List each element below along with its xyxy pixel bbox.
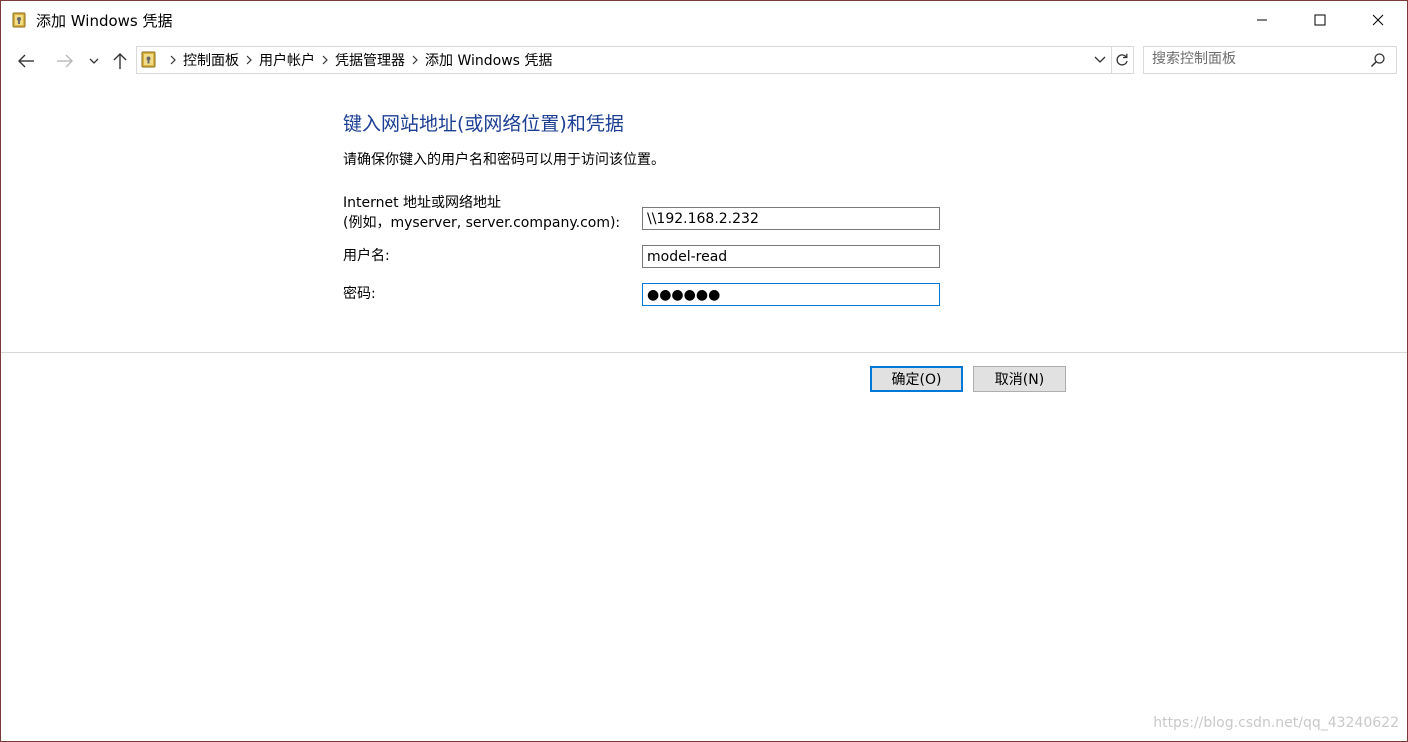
search-box [1143,46,1397,74]
window-title: 添加 Windows 凭据 [36,12,173,30]
username-field [642,245,940,268]
close-icon [1372,14,1384,26]
address-bar[interactable]: 控制面板 用户帐户 凭据管理器 添加 Windows 凭据 [136,46,1112,74]
refresh-button[interactable] [1110,46,1134,74]
page-description: 请确保你键入的用户名和密码可以用于访问该位置。 [343,152,665,168]
minimize-button[interactable] [1233,1,1291,39]
recent-locations-button[interactable] [85,49,103,73]
search-input[interactable] [1152,49,1362,69]
arrow-up-icon [113,53,127,69]
address-dropdown-button[interactable] [1089,47,1111,73]
close-button[interactable] [1349,1,1407,39]
breadcrumb-control-panel[interactable]: 控制面板 [183,50,239,70]
maximize-icon [1314,14,1326,26]
username-input[interactable] [643,246,939,268]
arrow-right-icon [57,54,73,68]
breadcrumb-user-accounts[interactable]: 用户帐户 [259,50,315,70]
address-input[interactable] [643,208,939,230]
breadcrumb-credential-manager[interactable]: 凭据管理器 [335,50,405,70]
watermark: https://blog.csdn.net/qq_43240622 [1153,715,1399,731]
chevron-right-icon [239,55,259,65]
navigation-bar: 控制面板 用户帐户 凭据管理器 添加 Windows 凭据 [1,39,1407,83]
address-label: Internet 地址或网络地址 (例如，myserver, server.co… [343,193,620,233]
credential-window: 添加 Windows 凭据 控制面板 用户帐户 凭据管理器 添加 Windows… [0,0,1408,742]
ok-button[interactable]: 确定(O) [870,366,963,392]
cancel-button[interactable]: 取消(N) [973,366,1066,392]
password-label: 密码: [343,286,376,302]
breadcrumb-add-windows-credential[interactable]: 添加 Windows 凭据 [425,50,552,70]
address-field [642,207,940,230]
credential-manager-icon [141,51,156,68]
chevron-down-icon [89,58,99,64]
password-input[interactable] [643,284,939,306]
address-label-line2: (例如，myserver, server.company.com): [343,215,621,231]
back-button[interactable] [13,49,39,73]
chevron-right-icon [405,55,425,65]
up-button[interactable] [107,49,133,73]
address-label-line1: Internet 地址或网络地址 [343,195,502,211]
forward-button[interactable] [52,49,78,73]
title-bar: 添加 Windows 凭据 [1,1,1407,39]
maximize-button[interactable] [1291,1,1349,39]
breadcrumb: 控制面板 用户帐户 凭据管理器 添加 Windows 凭据 [163,47,552,73]
search-icon[interactable] [1370,52,1386,68]
chevron-right-icon [315,55,335,65]
divider [1,352,1407,353]
credential-form: 键入网站地址(或网络位置)和凭据 请确保你键入的用户名和密码可以用于访问该位置。… [1,83,1407,353]
refresh-icon [1115,53,1128,66]
password-field [642,283,940,306]
chevron-right-icon [163,55,183,65]
page-title: 键入网站地址(或网络位置)和凭据 [343,113,624,135]
minimize-icon [1257,19,1267,21]
username-label: 用户名: [343,248,390,264]
arrow-left-icon [18,54,34,68]
credential-manager-icon [12,12,26,28]
chevron-down-icon [1094,56,1106,63]
